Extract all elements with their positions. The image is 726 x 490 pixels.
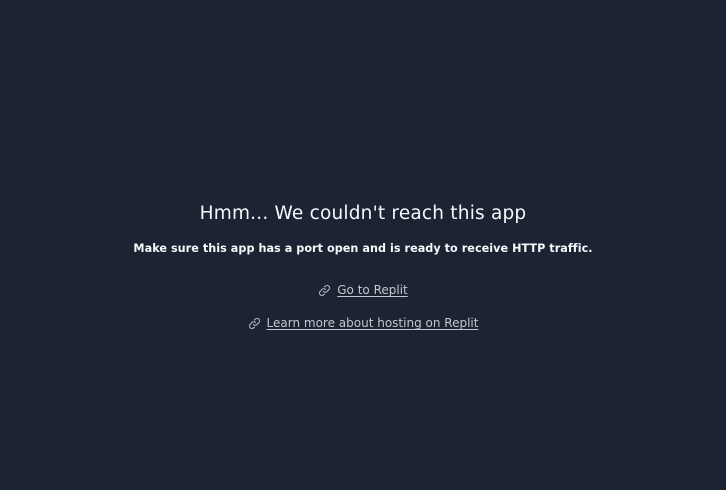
link-icon (318, 284, 331, 297)
learn-more-link-row[interactable]: Learn more about hosting on Replit (248, 314, 479, 332)
error-message-container: Hmm... We couldn't reach this app Make s… (0, 200, 726, 332)
error-description: Make sure this app has a port open and i… (133, 242, 593, 255)
link-icon (248, 317, 261, 330)
page-title: Hmm... We couldn't reach this app (199, 203, 527, 224)
go-to-replit-link[interactable]: Go to Replit (337, 281, 408, 299)
error-page: Hmm... We couldn't reach this app Make s… (0, 0, 726, 490)
go-to-replit-link-row[interactable]: Go to Replit (318, 281, 408, 299)
learn-more-hosting-link[interactable]: Learn more about hosting on Replit (267, 314, 479, 332)
